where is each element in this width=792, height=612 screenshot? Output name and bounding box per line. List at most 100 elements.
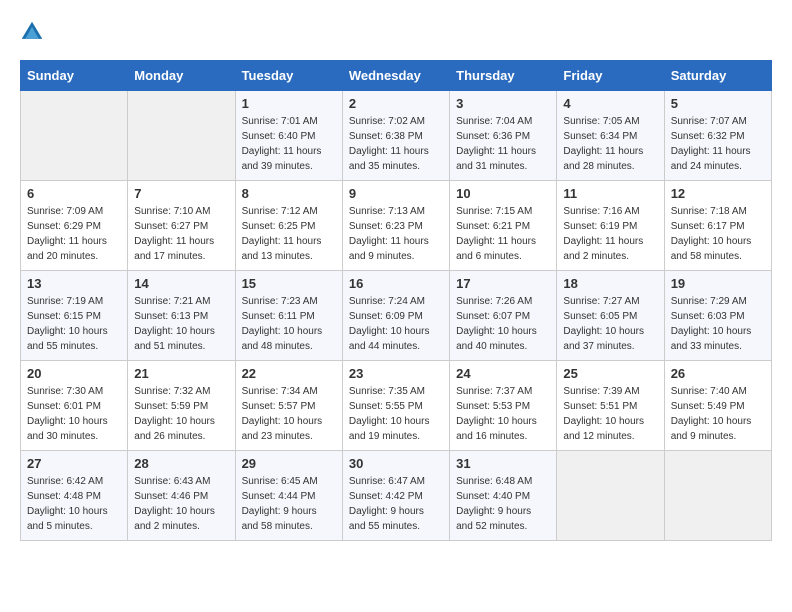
calendar-cell	[664, 451, 771, 541]
day-number: 2	[349, 96, 443, 111]
calendar-cell: 6 Sunrise: 7:09 AM Sunset: 6:29 PM Daylig…	[21, 181, 128, 271]
day-info: Sunrise: 7:02 AM Sunset: 6:38 PM Dayligh…	[349, 114, 443, 174]
day-info: Sunrise: 7:21 AM Sunset: 6:13 PM Dayligh…	[134, 294, 228, 354]
day-number: 28	[134, 456, 228, 471]
weekday-header: Saturday	[664, 61, 771, 91]
day-info: Sunrise: 7:01 AM Sunset: 6:40 PM Dayligh…	[242, 114, 336, 174]
day-info: Sunrise: 7:37 AM Sunset: 5:53 PM Dayligh…	[456, 384, 550, 444]
calendar-cell: 12Sunrise: 7:18 AM Sunset: 6:17 PM Dayli…	[664, 181, 771, 271]
weekday-header: Sunday	[21, 61, 128, 91]
calendar-cell: 9 Sunrise: 7:13 AM Sunset: 6:23 PM Daylig…	[342, 181, 449, 271]
logo-icon	[20, 20, 44, 44]
calendar-cell: 14 Sunrise: 7:21 AM Sunset: 6:13 PM Dayli…	[128, 271, 235, 361]
calendar-cell: 26Sunrise: 7:40 AM Sunset: 5:49 PM Dayli…	[664, 361, 771, 451]
calendar-cell: 21 Sunrise: 7:32 AM Sunset: 5:59 PM Dayli…	[128, 361, 235, 451]
day-info: Sunrise: 7:32 AM Sunset: 5:59 PM Dayligh…	[134, 384, 228, 444]
calendar-cell: 28Sunrise: 6:43 AM Sunset: 4:46 PM Dayli…	[128, 451, 235, 541]
day-info: Sunrise: 6:48 AM Sunset: 4:40 PM Dayligh…	[456, 474, 550, 534]
calendar-cell: 10 Sunrise: 7:15 AM Sunset: 6:21 PM Dayli…	[450, 181, 557, 271]
calendar-cell: 11Sunrise: 7:16 AM Sunset: 6:19 PM Dayli…	[557, 181, 664, 271]
day-info: Sunrise: 7:13 AM Sunset: 6:23 PM Dayligh…	[349, 204, 443, 264]
day-info: Sunrise: 7:12 AM Sunset: 6:25 PM Dayligh…	[242, 204, 336, 264]
weekday-header: Thursday	[450, 61, 557, 91]
day-info: Sunrise: 7:10 AM Sunset: 6:27 PM Dayligh…	[134, 204, 228, 264]
calendar-week-row: 27 Sunrise: 6:42 AM Sunset: 4:48 PM Dayli…	[21, 451, 772, 541]
logo	[20, 20, 48, 44]
day-info: Sunrise: 7:39 AM Sunset: 5:51 PM Dayligh…	[563, 384, 657, 444]
weekday-header: Monday	[128, 61, 235, 91]
day-info: Sunrise: 7:18 AM Sunset: 6:17 PM Dayligh…	[671, 204, 765, 264]
calendar-cell	[21, 91, 128, 181]
day-info: Sunrise: 7:40 AM Sunset: 5:49 PM Dayligh…	[671, 384, 765, 444]
day-number: 7	[134, 186, 228, 201]
day-number: 10	[456, 186, 550, 201]
calendar-cell: 18Sunrise: 7:27 AM Sunset: 6:05 PM Dayli…	[557, 271, 664, 361]
calendar-cell: 24 Sunrise: 7:37 AM Sunset: 5:53 PM Dayli…	[450, 361, 557, 451]
calendar-cell	[557, 451, 664, 541]
day-number: 19	[671, 276, 765, 291]
day-number: 14	[134, 276, 228, 291]
day-number: 6	[27, 186, 121, 201]
calendar-week-row: 13Sunrise: 7:19 AM Sunset: 6:15 PM Dayli…	[21, 271, 772, 361]
day-info: Sunrise: 7:05 AM Sunset: 6:34 PM Dayligh…	[563, 114, 657, 174]
calendar-cell: 19 Sunrise: 7:29 AM Sunset: 6:03 PM Dayli…	[664, 271, 771, 361]
page-header	[20, 20, 772, 44]
calendar-week-row: 20 Sunrise: 7:30 AM Sunset: 6:01 PM Dayli…	[21, 361, 772, 451]
calendar-cell: 29 Sunrise: 6:45 AM Sunset: 4:44 PM Dayli…	[235, 451, 342, 541]
day-number: 23	[349, 366, 443, 381]
calendar-week-row: 1 Sunrise: 7:01 AM Sunset: 6:40 PM Daylig…	[21, 91, 772, 181]
day-number: 24	[456, 366, 550, 381]
calendar-table: SundayMondayTuesdayWednesdayThursdayFrid…	[20, 60, 772, 541]
weekday-header: Tuesday	[235, 61, 342, 91]
calendar-cell: 25 Sunrise: 7:39 AM Sunset: 5:51 PM Dayli…	[557, 361, 664, 451]
day-number: 20	[27, 366, 121, 381]
day-number: 15	[242, 276, 336, 291]
calendar-cell: 22 Sunrise: 7:34 AM Sunset: 5:57 PM Dayli…	[235, 361, 342, 451]
day-info: Sunrise: 7:29 AM Sunset: 6:03 PM Dayligh…	[671, 294, 765, 354]
calendar-cell: 16Sunrise: 7:24 AM Sunset: 6:09 PM Dayli…	[342, 271, 449, 361]
day-info: Sunrise: 7:34 AM Sunset: 5:57 PM Dayligh…	[242, 384, 336, 444]
calendar-cell: 5 Sunrise: 7:07 AM Sunset: 6:32 PM Daylig…	[664, 91, 771, 181]
day-number: 9	[349, 186, 443, 201]
day-number: 21	[134, 366, 228, 381]
day-info: Sunrise: 7:26 AM Sunset: 6:07 PM Dayligh…	[456, 294, 550, 354]
day-number: 17	[456, 276, 550, 291]
day-info: Sunrise: 7:15 AM Sunset: 6:21 PM Dayligh…	[456, 204, 550, 264]
day-number: 29	[242, 456, 336, 471]
day-number: 25	[563, 366, 657, 381]
calendar-week-row: 6 Sunrise: 7:09 AM Sunset: 6:29 PM Daylig…	[21, 181, 772, 271]
day-info: Sunrise: 7:24 AM Sunset: 6:09 PM Dayligh…	[349, 294, 443, 354]
day-info: Sunrise: 7:07 AM Sunset: 6:32 PM Dayligh…	[671, 114, 765, 174]
day-number: 13	[27, 276, 121, 291]
day-number: 27	[27, 456, 121, 471]
calendar-cell: 13Sunrise: 7:19 AM Sunset: 6:15 PM Dayli…	[21, 271, 128, 361]
weekday-header: Wednesday	[342, 61, 449, 91]
weekday-header-row: SundayMondayTuesdayWednesdayThursdayFrid…	[21, 61, 772, 91]
day-info: Sunrise: 7:30 AM Sunset: 6:01 PM Dayligh…	[27, 384, 121, 444]
day-info: Sunrise: 7:35 AM Sunset: 5:55 PM Dayligh…	[349, 384, 443, 444]
calendar-cell: 17 Sunrise: 7:26 AM Sunset: 6:07 PM Dayli…	[450, 271, 557, 361]
calendar-cell: 20 Sunrise: 7:30 AM Sunset: 6:01 PM Dayli…	[21, 361, 128, 451]
day-info: Sunrise: 7:04 AM Sunset: 6:36 PM Dayligh…	[456, 114, 550, 174]
day-number: 11	[563, 186, 657, 201]
day-number: 18	[563, 276, 657, 291]
day-info: Sunrise: 6:45 AM Sunset: 4:44 PM Dayligh…	[242, 474, 336, 534]
day-info: Sunrise: 6:47 AM Sunset: 4:42 PM Dayligh…	[349, 474, 443, 534]
calendar-cell: 4 Sunrise: 7:05 AM Sunset: 6:34 PM Daylig…	[557, 91, 664, 181]
day-info: Sunrise: 7:09 AM Sunset: 6:29 PM Dayligh…	[27, 204, 121, 264]
day-number: 4	[563, 96, 657, 111]
day-info: Sunrise: 7:23 AM Sunset: 6:11 PM Dayligh…	[242, 294, 336, 354]
day-number: 1	[242, 96, 336, 111]
day-info: Sunrise: 6:42 AM Sunset: 4:48 PM Dayligh…	[27, 474, 121, 534]
calendar-cell: 8Sunrise: 7:12 AM Sunset: 6:25 PM Daylig…	[235, 181, 342, 271]
calendar-cell: 27 Sunrise: 6:42 AM Sunset: 4:48 PM Dayli…	[21, 451, 128, 541]
day-number: 22	[242, 366, 336, 381]
calendar-cell: 1 Sunrise: 7:01 AM Sunset: 6:40 PM Daylig…	[235, 91, 342, 181]
calendar-cell: 2 Sunrise: 7:02 AM Sunset: 6:38 PM Daylig…	[342, 91, 449, 181]
calendar-cell: 31Sunrise: 6:48 AM Sunset: 4:40 PM Dayli…	[450, 451, 557, 541]
calendar-cell: 23 Sunrise: 7:35 AM Sunset: 5:55 PM Dayli…	[342, 361, 449, 451]
day-number: 30	[349, 456, 443, 471]
day-number: 5	[671, 96, 765, 111]
calendar-cell: 30 Sunrise: 6:47 AM Sunset: 4:42 PM Dayli…	[342, 451, 449, 541]
calendar-cell: 3Sunrise: 7:04 AM Sunset: 6:36 PM Daylig…	[450, 91, 557, 181]
